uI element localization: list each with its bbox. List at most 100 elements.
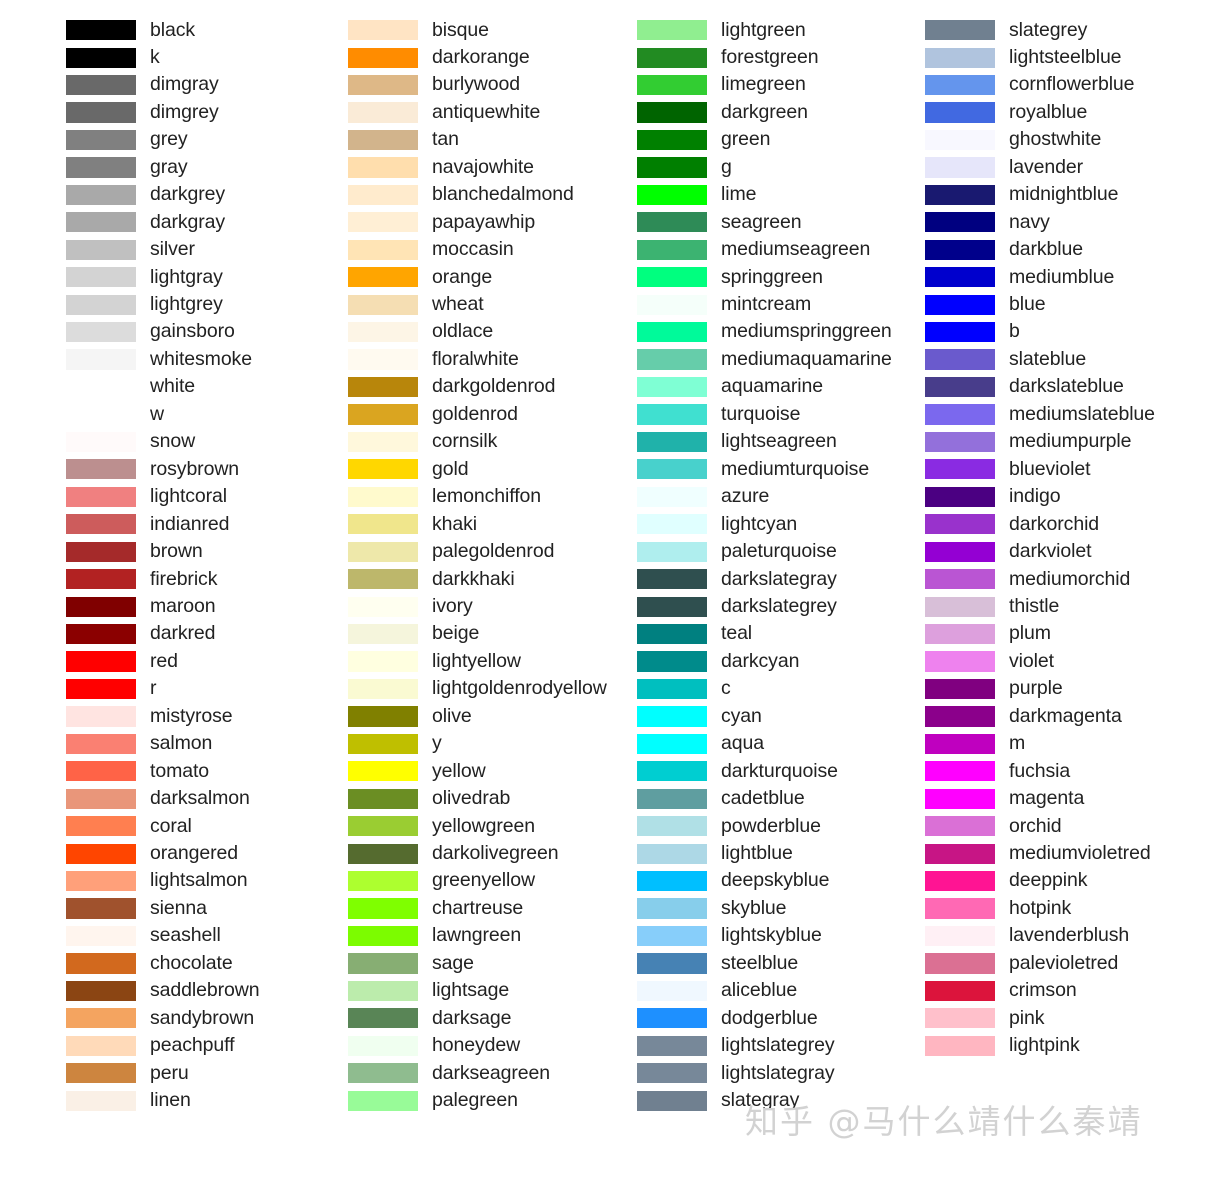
color-name-label: lightsage <box>432 979 510 1002</box>
color-name-label: antiquewhite <box>432 100 541 123</box>
color-swatch <box>66 74 136 96</box>
color-name-label: seagreen <box>721 210 802 233</box>
color-swatch <box>66 1008 136 1029</box>
color-swatch <box>637 706 707 727</box>
color-swatch <box>348 486 418 507</box>
color-name-label: azure <box>721 485 770 508</box>
color-swatch <box>66 157 136 178</box>
color-swatch <box>66 980 136 1002</box>
color-swatch <box>637 871 707 892</box>
color-name-label: gold <box>432 457 469 480</box>
color-swatch <box>348 898 418 919</box>
color-swatch <box>66 404 136 425</box>
color-swatch <box>925 953 995 974</box>
color-swatch <box>66 925 136 947</box>
color-swatch <box>66 20 136 41</box>
color-swatch <box>925 486 995 507</box>
named-colors-chart: black k dimgray dimgrey grey gray darkgrey dark… <box>0 0 1206 1187</box>
color-name-label: orangered <box>150 842 239 864</box>
color-swatch <box>637 212 707 233</box>
watermark-text: 知乎 @马什么靖什么秦靖 <box>745 1102 1143 1141</box>
color-name-label: sage <box>432 951 474 974</box>
color-name-label: khaki <box>432 512 478 535</box>
color-swatch <box>348 1008 418 1029</box>
color-swatch <box>66 953 136 974</box>
color-name-label: y <box>432 732 442 755</box>
color-name-label: saddlebrown <box>150 979 260 1002</box>
color-name-label: lightyellow <box>432 649 521 672</box>
color-swatch <box>348 816 418 837</box>
color-name-label: linen <box>150 1089 191 1112</box>
color-swatch <box>925 898 995 919</box>
color-swatch <box>925 623 995 645</box>
color-name-label: peachpuff <box>150 1034 235 1057</box>
color-swatch <box>637 925 707 947</box>
color-swatch <box>348 514 418 535</box>
color-swatch <box>348 541 418 562</box>
color-swatch <box>348 788 418 809</box>
color-swatch <box>637 20 707 41</box>
color-swatch <box>66 294 136 315</box>
color-swatch <box>348 294 418 315</box>
color-swatch <box>925 47 995 68</box>
color-swatch <box>66 102 136 123</box>
color-name-label: lemonchiffon <box>432 485 542 508</box>
color-name-label: olivedrab <box>432 787 511 810</box>
color-swatch <box>348 623 418 645</box>
color-swatch <box>66 514 136 535</box>
color-name-label: black <box>150 18 196 41</box>
color-name-label: pink <box>1009 1006 1045 1029</box>
color-name-label: forestgreen <box>721 45 819 68</box>
color-swatch <box>348 980 418 1002</box>
color-swatch <box>637 431 707 453</box>
color-swatch <box>66 569 136 590</box>
color-swatch <box>66 322 136 343</box>
color-swatch <box>66 212 136 233</box>
color-name-label: papayawhip <box>432 210 536 233</box>
color-name-label: lightcyan <box>721 512 798 535</box>
color-name-label: magenta <box>1009 787 1085 810</box>
color-name-label: dimgray <box>150 73 219 96</box>
color-name-label: darkcyan <box>721 649 800 672</box>
color-name-label: lightgray <box>150 265 223 288</box>
color-swatch <box>348 953 418 974</box>
color-swatch <box>637 184 707 205</box>
color-swatch <box>348 925 418 947</box>
color-name-label: limegreen <box>721 73 806 96</box>
color-swatch <box>637 678 707 700</box>
color-name-label: cornsilk <box>432 430 498 453</box>
color-name-label: white <box>150 375 196 398</box>
color-name-label: darkmagenta <box>1009 704 1122 727</box>
color-name-label: cadetblue <box>721 787 805 810</box>
color-name-label: mediumvioletred <box>1009 842 1151 864</box>
color-name-label: lightsteelblue <box>1009 45 1122 68</box>
color-name-label: greenyellow <box>432 869 535 892</box>
color-name-label: honeydew <box>432 1034 521 1057</box>
color-swatch <box>348 596 418 617</box>
color-name-label: darkslategray <box>721 567 837 590</box>
color-name-label: teal <box>721 622 753 645</box>
color-swatch <box>66 651 136 672</box>
color-swatch <box>348 20 418 41</box>
color-swatch <box>66 1090 136 1111</box>
color-name-label: palegreen <box>432 1089 518 1112</box>
color-name-label: mediumpurple <box>1009 430 1132 453</box>
color-name-label: slateblue <box>1009 347 1087 370</box>
color-name-label: gray <box>150 155 188 178</box>
color-swatch <box>66 349 136 370</box>
color-name-label: darkblue <box>1009 238 1084 261</box>
color-name-label: gainsboro <box>150 320 235 343</box>
color-name-label: lawngreen <box>432 924 522 947</box>
color-name-label: darksalmon <box>150 787 250 810</box>
color-name-label: darkslateblue <box>1009 375 1124 398</box>
color-name-label: blue <box>1009 293 1046 315</box>
color-swatch <box>925 871 995 892</box>
color-name-label: orchid <box>1009 814 1062 837</box>
color-swatch <box>925 569 995 590</box>
color-name-label: darkkhaki <box>432 567 515 590</box>
color-swatch <box>66 184 136 205</box>
color-swatch <box>348 322 418 343</box>
color-name-label: blanchedalmond <box>432 183 574 206</box>
color-swatch <box>925 20 995 41</box>
color-swatch <box>348 74 418 96</box>
